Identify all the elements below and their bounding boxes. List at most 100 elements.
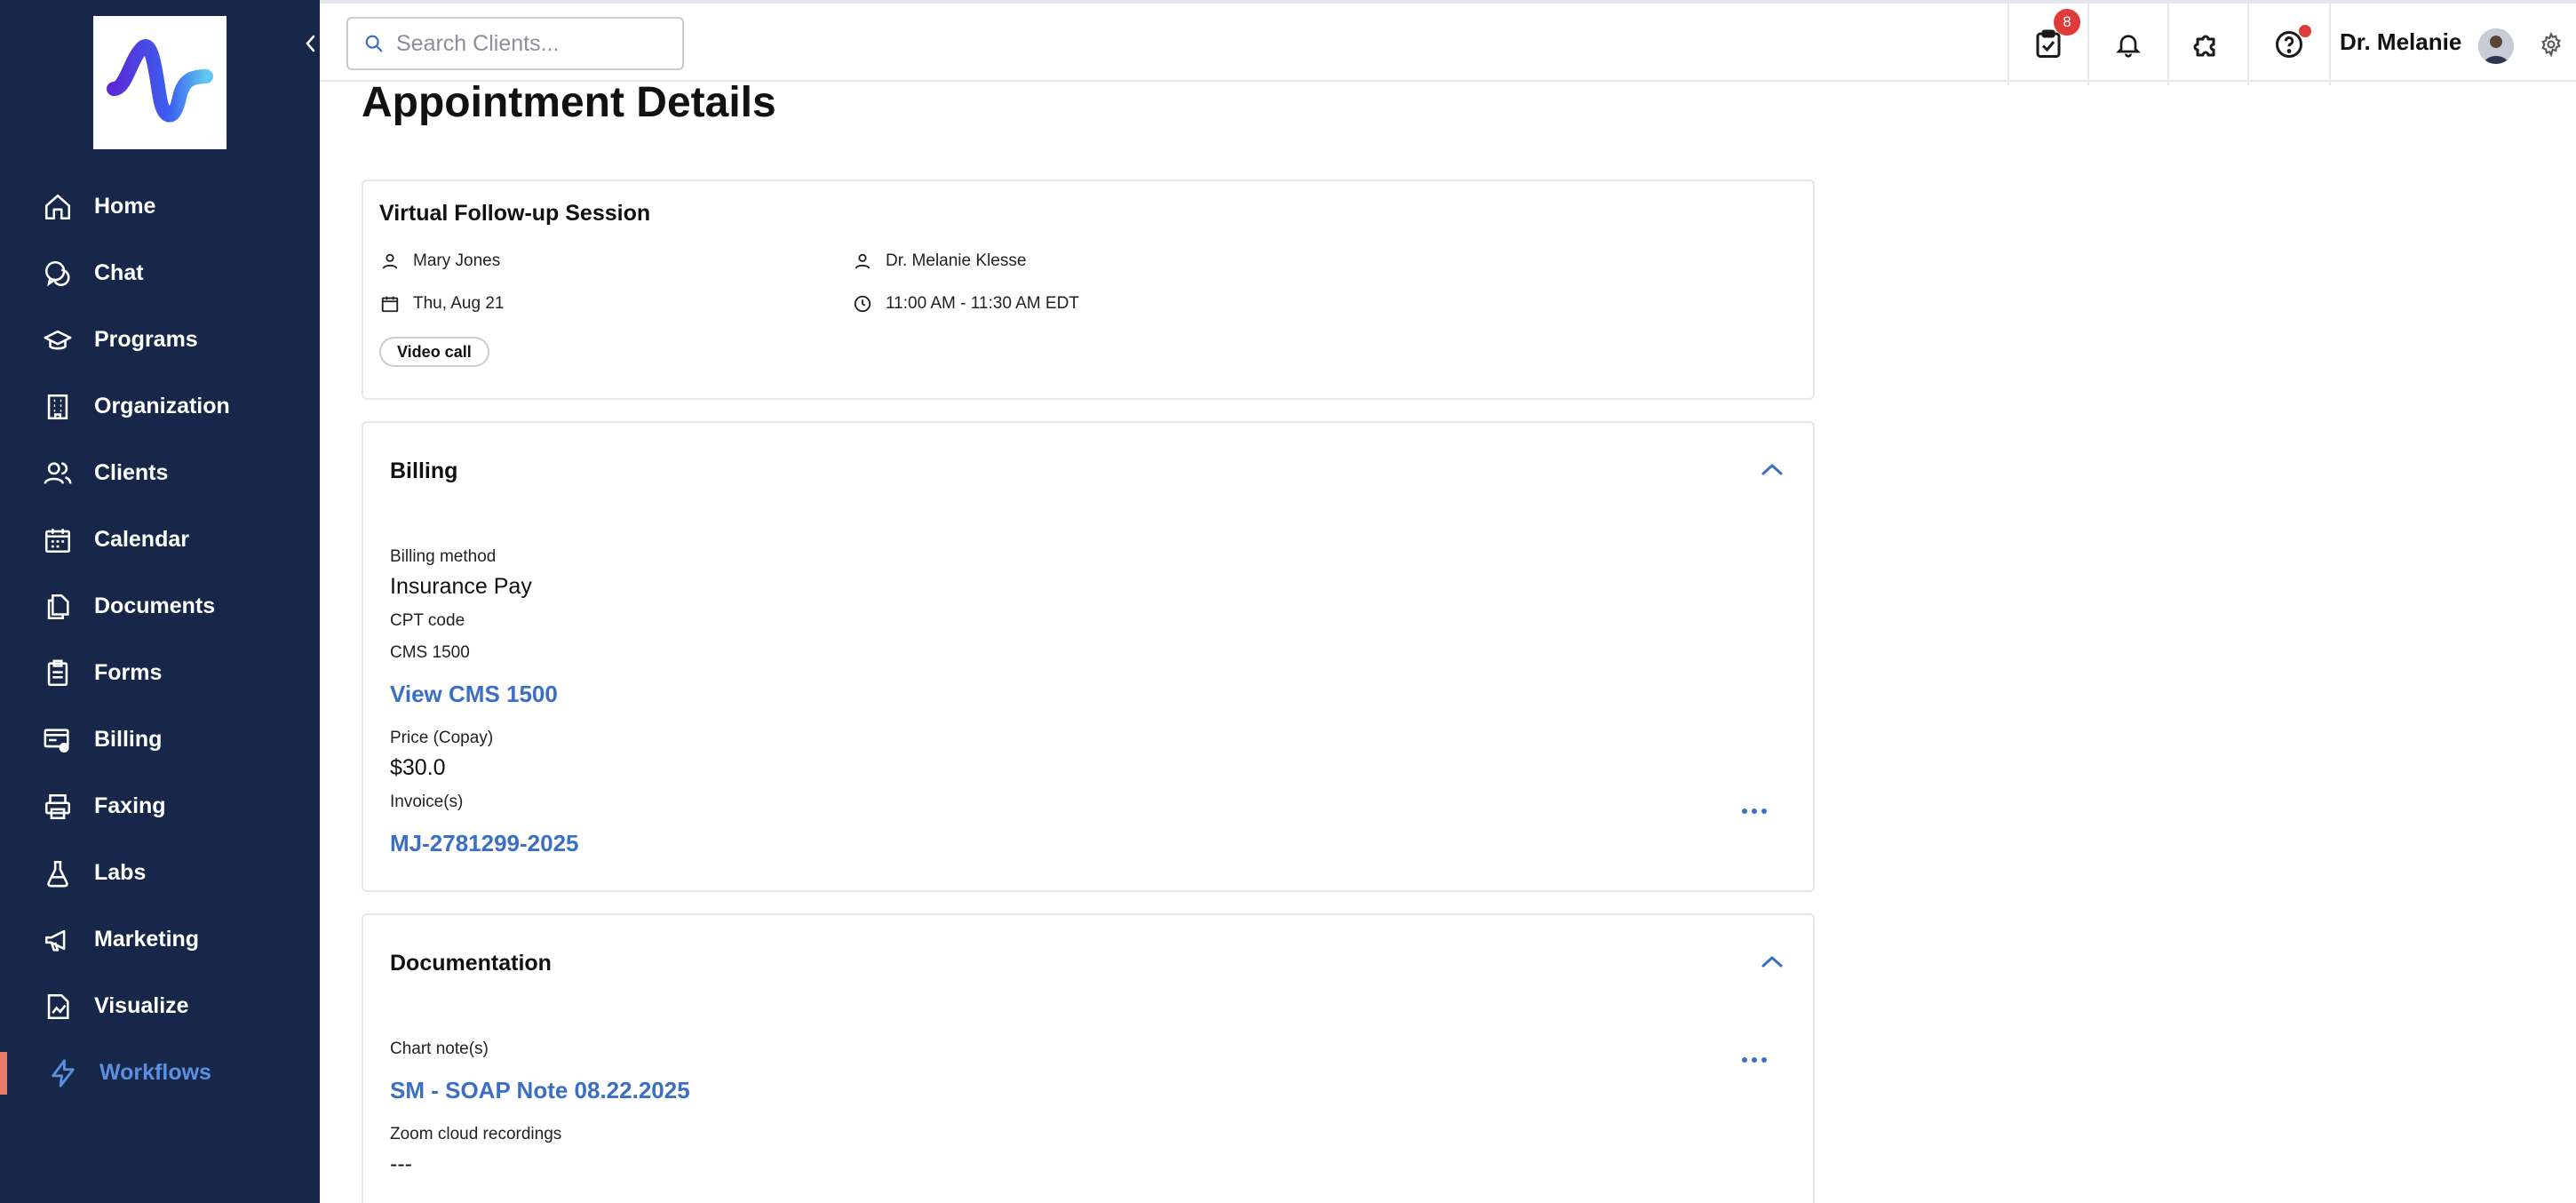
flask-icon bbox=[41, 856, 75, 890]
sidebar-item-chat[interactable]: Chat bbox=[0, 240, 320, 307]
documents-icon bbox=[41, 590, 75, 624]
sidebar-item-home[interactable]: Home bbox=[0, 173, 320, 240]
search-input[interactable] bbox=[394, 29, 664, 58]
page-title: Appointment Details bbox=[362, 79, 776, 126]
chart-file-icon bbox=[41, 990, 75, 1024]
divider bbox=[2329, 4, 2331, 85]
search-icon bbox=[365, 35, 383, 52]
chat-icon bbox=[41, 257, 75, 291]
sidebar-item-label: Visualize bbox=[94, 993, 189, 1018]
sidebar-item-calendar[interactable]: Calendar bbox=[0, 506, 320, 573]
appointment-client: Mary Jones bbox=[379, 251, 500, 272]
appointment-card: Virtual Follow-up Session Mary Jones Dr.… bbox=[362, 179, 1815, 400]
billing-method-value: Insurance Pay bbox=[390, 574, 532, 599]
documentation-more-button[interactable] bbox=[1742, 1057, 1767, 1063]
invoice-link[interactable]: MJ-2781299-2025 bbox=[390, 830, 579, 857]
billing-icon bbox=[41, 723, 75, 757]
invoices-label: Invoice(s) bbox=[390, 793, 464, 811]
view-cms-1500-link[interactable]: View CMS 1500 bbox=[390, 681, 558, 708]
sidebar-item-label: Organization bbox=[94, 394, 230, 418]
help-button[interactable] bbox=[2247, 4, 2329, 85]
client-name[interactable]: Mary Jones bbox=[413, 251, 500, 271]
tasks-badge: 8 bbox=[2054, 9, 2080, 36]
sidebar-item-programs[interactable]: Programs bbox=[0, 307, 320, 373]
clipboard-icon bbox=[41, 657, 75, 690]
chevron-up-icon bbox=[1761, 956, 1783, 968]
sidebar-item-clients[interactable]: Clients bbox=[0, 440, 320, 506]
more-dot bbox=[1761, 809, 1767, 814]
puzzle-icon bbox=[2193, 35, 2215, 57]
more-dot bbox=[1752, 1057, 1757, 1063]
price-value: $30.0 bbox=[390, 755, 446, 780]
graduation-cap-icon bbox=[41, 323, 75, 357]
billing-card: Billing Billing method Insurance Pay CPT… bbox=[362, 421, 1815, 892]
billing-more-button[interactable] bbox=[1742, 809, 1767, 814]
clock-icon bbox=[852, 293, 873, 315]
sidebar-item-label: Workflows bbox=[99, 1060, 211, 1085]
documentation-card: Documentation Chart note(s) SM - SOAP No… bbox=[362, 913, 1815, 1203]
sidebar-item-marketing[interactable]: Marketing bbox=[0, 906, 320, 973]
soap-note-link[interactable]: SM - SOAP Note 08.22.2025 bbox=[390, 1077, 690, 1104]
date-text: Thu, Aug 21 bbox=[413, 294, 505, 313]
chevron-left-icon bbox=[306, 35, 315, 52]
sidebar-item-label: Home bbox=[94, 194, 156, 219]
zoom-recordings-label: Zoom cloud recordings bbox=[390, 1125, 562, 1143]
calendar-icon bbox=[41, 523, 75, 557]
zoom-recordings-value: --- bbox=[390, 1151, 412, 1176]
billing-collapse-button[interactable] bbox=[1758, 458, 1786, 484]
time-text: 11:00 AM - 11:30 AM EDT bbox=[886, 294, 1079, 313]
app-logo[interactable] bbox=[93, 16, 227, 149]
sidebar-item-label: Marketing bbox=[94, 927, 200, 952]
appointment-type-badge: Video call bbox=[379, 337, 489, 367]
billing-method-label: Billing method bbox=[390, 547, 497, 566]
billing-heading: Billing bbox=[390, 458, 458, 483]
price-label: Price (Copay) bbox=[390, 729, 494, 747]
lightning-icon bbox=[46, 1056, 80, 1090]
sidebar-item-billing[interactable]: Billing bbox=[0, 706, 320, 773]
appointment-title: Virtual Follow-up Session bbox=[379, 201, 651, 226]
user-avatar-icon bbox=[2478, 28, 2514, 64]
documentation-collapse-button[interactable] bbox=[1758, 951, 1786, 976]
user-name[interactable]: Dr. Melanie bbox=[2340, 28, 2461, 56]
search-box[interactable] bbox=[346, 17, 684, 70]
building-icon bbox=[41, 390, 75, 424]
sidebar-item-forms[interactable]: Forms bbox=[0, 640, 320, 706]
sidebar-item-label: Billing bbox=[94, 727, 163, 752]
tasks-button[interactable]: 8 bbox=[2008, 4, 2087, 85]
sidebar-item-workflows[interactable]: Workflows bbox=[0, 1040, 320, 1106]
more-dot bbox=[1752, 809, 1757, 814]
sidebar-nav: Home Chat Programs Organization Clients bbox=[0, 173, 320, 1106]
cms-1500-label: CMS 1500 bbox=[390, 643, 470, 662]
appointment-time: 11:00 AM - 11:30 AM EDT bbox=[852, 293, 1079, 315]
notifications-button[interactable] bbox=[2087, 4, 2167, 85]
sidebar-item-labs[interactable]: Labs bbox=[0, 840, 320, 906]
chevron-up-icon bbox=[1761, 464, 1783, 475]
bell-icon bbox=[2116, 35, 2141, 58]
logo-wave-icon bbox=[107, 39, 213, 123]
help-notification-dot bbox=[2299, 25, 2311, 37]
sidebar-item-label: Documents bbox=[94, 594, 216, 618]
sidebar: Home Chat Programs Organization Clients bbox=[0, 0, 320, 1203]
person-icon bbox=[852, 251, 873, 272]
collapse-sidebar-button[interactable] bbox=[300, 30, 320, 57]
integrations-button[interactable] bbox=[2167, 4, 2247, 85]
sidebar-item-documents[interactable]: Documents bbox=[0, 573, 320, 640]
cpt-code-label: CPT code bbox=[390, 611, 465, 630]
chart-notes-label: Chart note(s) bbox=[390, 1040, 489, 1058]
more-dot bbox=[1742, 809, 1747, 814]
home-icon bbox=[41, 190, 75, 224]
settings-button[interactable] bbox=[2539, 31, 2564, 61]
sidebar-item-label: Forms bbox=[94, 660, 163, 685]
appointment-date: Thu, Aug 21 bbox=[379, 293, 504, 315]
person-icon bbox=[379, 251, 401, 272]
sidebar-item-label: Clients bbox=[94, 460, 169, 485]
sidebar-item-faxing[interactable]: Faxing bbox=[0, 773, 320, 840]
documentation-heading: Documentation bbox=[390, 951, 552, 976]
calendar-icon bbox=[379, 293, 401, 315]
megaphone-icon bbox=[41, 923, 75, 957]
printer-icon bbox=[41, 790, 75, 824]
sidebar-item-visualize[interactable]: Visualize bbox=[0, 973, 320, 1040]
sidebar-item-label: Calendar bbox=[94, 527, 189, 552]
avatar[interactable] bbox=[2478, 28, 2514, 64]
sidebar-item-organization[interactable]: Organization bbox=[0, 373, 320, 440]
